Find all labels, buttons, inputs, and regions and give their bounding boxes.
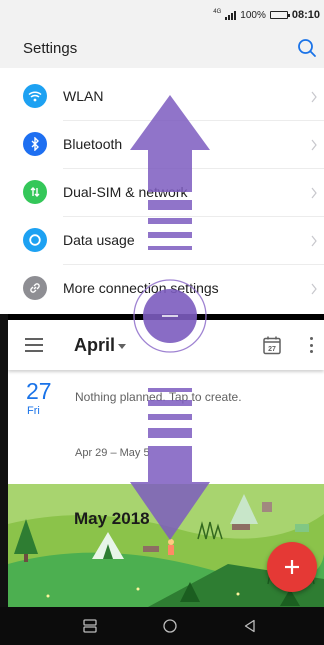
battery-icon	[269, 11, 290, 19]
banner-month-label: May 2018	[74, 509, 150, 528]
menu-icon[interactable]	[25, 338, 43, 352]
link-icon	[23, 276, 47, 300]
recents-icon[interactable]	[82, 618, 98, 634]
chevron-right-icon	[310, 186, 318, 199]
chevron-right-icon	[310, 282, 318, 295]
network-type: 4G	[213, 9, 222, 15]
status-bar: 4G 100% 08:10	[0, 0, 324, 30]
banner-illustration	[8, 484, 324, 607]
settings-item-label: Dual-SIM & network	[63, 184, 188, 200]
today-icon-number: 27	[268, 346, 276, 353]
settings-header: Settings	[0, 30, 324, 68]
navigation-bar	[0, 607, 324, 645]
settings-item-bluetooth[interactable]: Bluetooth	[0, 120, 324, 168]
week-range: Apr 29 – May 5	[75, 447, 150, 459]
status-icons: 4G 100% 08:10	[213, 9, 320, 21]
screen-edge	[0, 314, 8, 645]
month-selector[interactable]: April	[74, 335, 115, 356]
settings-item-dual-sim[interactable]: Dual-SIM & network	[0, 168, 324, 216]
clock: 08:10	[291, 9, 320, 21]
settings-item-label: WLAN	[63, 88, 104, 104]
data-usage-icon	[23, 228, 47, 252]
wifi-icon	[23, 84, 47, 108]
settings-item-label: Data usage	[63, 232, 135, 248]
chevron-right-icon	[310, 90, 318, 103]
more-options-icon[interactable]	[310, 337, 314, 353]
settings-item-label: More connection settings	[63, 280, 219, 296]
settings-item-label: Bluetooth	[63, 136, 123, 152]
search-icon[interactable]	[296, 37, 318, 59]
settings-item-wlan[interactable]: WLAN	[0, 72, 324, 120]
empty-day-prompt[interactable]: Nothing planned. Tap to create.	[75, 390, 242, 404]
chevron-right-icon	[310, 138, 318, 151]
settings-list: WLAN Bluetooth Dual-SIM & network Data u…	[0, 68, 324, 314]
back-icon[interactable]	[242, 618, 258, 634]
calendar-today-icon[interactable]: 27	[262, 335, 282, 355]
page-title: Settings	[23, 40, 78, 57]
settings-item-data-usage[interactable]: Data usage	[0, 216, 324, 264]
home-icon[interactable]	[162, 618, 178, 634]
create-event-button[interactable]	[267, 542, 317, 592]
day-weekday: Fri	[27, 405, 40, 417]
settings-item-more-connection[interactable]: More connection settings	[0, 264, 324, 312]
calendar-toolbar: April 27	[8, 320, 324, 370]
battery-percent: 100%	[240, 9, 266, 21]
bluetooth-icon	[23, 132, 47, 156]
caret-down-icon[interactable]	[118, 344, 126, 349]
signal-icon	[225, 10, 237, 20]
calendar-app: April 27 27 Fri Nothing planned. Tap to …	[8, 320, 324, 607]
month-banner: May 2018	[8, 484, 324, 607]
day-number: 27	[26, 378, 52, 404]
chevron-right-icon	[310, 234, 318, 247]
dual-sim-icon	[23, 180, 47, 204]
plus-icon	[285, 560, 299, 574]
